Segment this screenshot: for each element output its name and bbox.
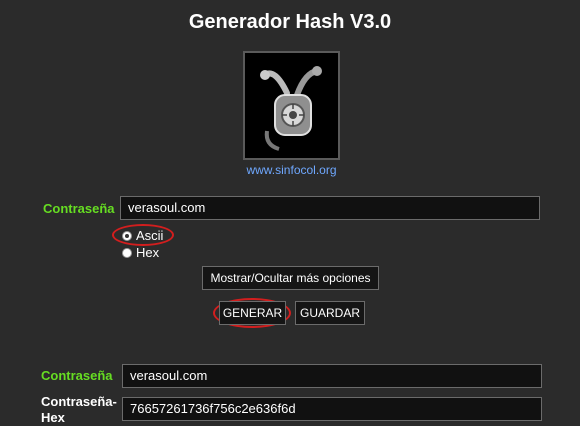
result-password-field[interactable]: verasoul.com — [122, 364, 542, 388]
result-password-label: Contraseña — [41, 368, 113, 383]
password-input[interactable]: verasoul.com — [120, 196, 540, 220]
result-password-hex-label-line2: Hex — [41, 410, 65, 425]
sinfocol-link[interactable]: www.sinfocol.org — [0, 163, 580, 177]
hex-radio-label: Hex — [136, 245, 160, 260]
generate-button[interactable]: GENERAR — [219, 301, 286, 325]
result-password-hex-field[interactable]: 76657261736f756c2e636f6d — [122, 397, 542, 421]
hex-radio[interactable]: Hex — [122, 245, 159, 260]
page-title: Generador Hash V3.0 — [188, 11, 392, 33]
save-button[interactable]: GUARDAR — [295, 301, 365, 325]
padlock-skull-icon — [245, 53, 338, 158]
password-label: Contraseña — [43, 201, 115, 216]
ascii-radio[interactable]: Ascii — [122, 228, 163, 243]
radio-unselected-icon — [122, 247, 132, 258]
radio-selected-icon — [122, 230, 132, 241]
toggle-more-options-button[interactable]: Mostrar/Ocultar más opciones — [202, 266, 379, 290]
result-password-hex-label-line1: Contraseña- — [41, 394, 117, 409]
result-password-hex-label: Contraseña- Hex — [41, 394, 117, 426]
ascii-radio-label: Ascii — [136, 228, 164, 243]
logo-image — [243, 51, 340, 160]
